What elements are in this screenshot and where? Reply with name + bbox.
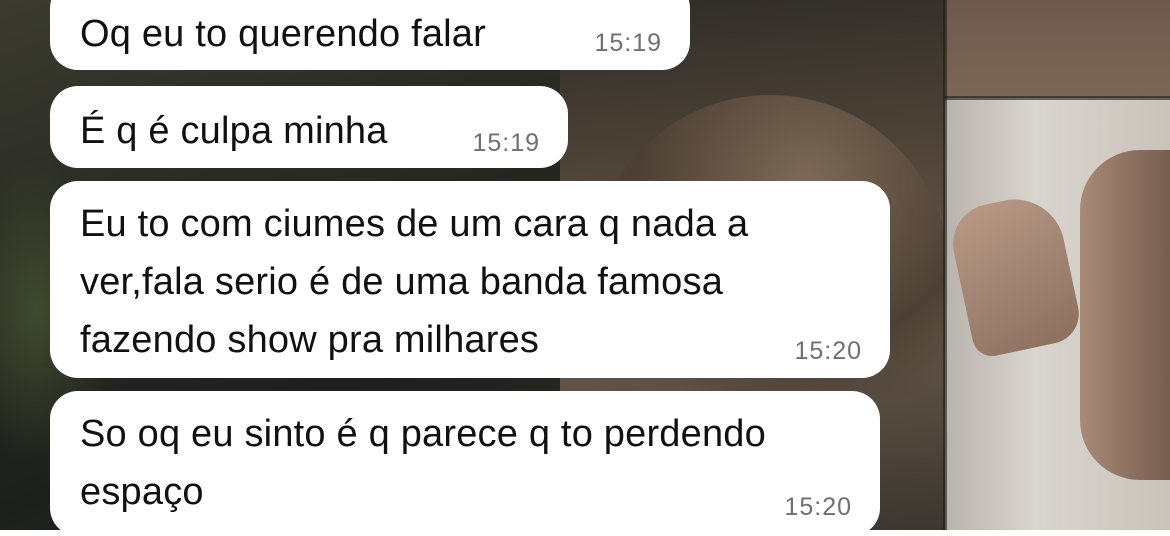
incoming-message-bubble[interactable]: Oq eu to querendo falar 15:19 bbox=[50, 0, 690, 70]
chat-message-list[interactable]: Oq eu to querendo falar 15:19 É q é culp… bbox=[0, 0, 1170, 536]
message-text: É q é culpa minha bbox=[80, 110, 388, 152]
message-timestamp: 15:19 bbox=[594, 29, 662, 57]
incoming-message-bubble[interactable]: Eu to com ciumes de um cara q nada a ver… bbox=[50, 181, 890, 378]
message-text: Oq eu to querendo falar bbox=[80, 13, 486, 55]
message-timestamp: 15:20 bbox=[784, 493, 852, 521]
message-timestamp: 15:20 bbox=[794, 337, 862, 365]
message-text: Eu to com ciumes de um cara q nada a ver… bbox=[80, 203, 749, 361]
message-text: So oq eu sinto é q parece q to perdendo … bbox=[80, 413, 766, 513]
message-timestamp: 15:19 bbox=[472, 129, 540, 157]
incoming-message-bubble[interactable]: So oq eu sinto é q parece q to perdendo … bbox=[50, 391, 880, 536]
incoming-message-bubble[interactable]: É q é culpa minha 15:19 bbox=[50, 86, 568, 168]
